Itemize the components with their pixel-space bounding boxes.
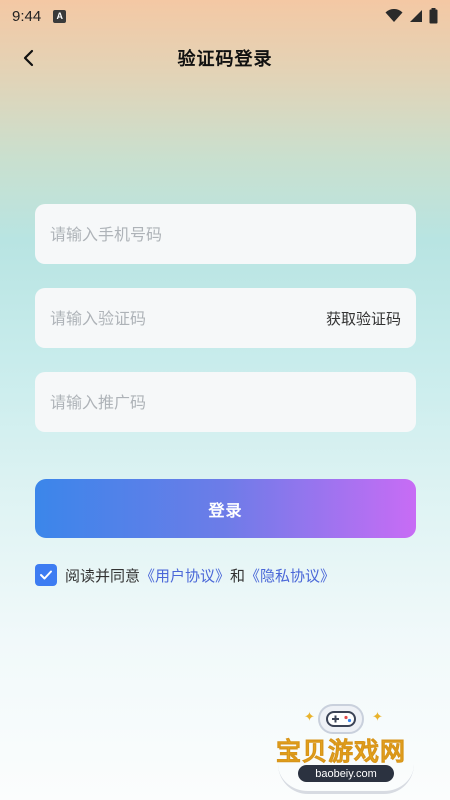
status-time: 9:44 <box>12 7 42 25</box>
back-arrow-icon <box>23 49 34 67</box>
wifi-icon <box>385 9 403 22</box>
get-code-button[interactable]: 获取验证码 <box>326 308 401 329</box>
privacy-policy-link[interactable]: 《隐私协议》 <box>245 565 335 586</box>
agreement-and: 和 <box>230 566 246 585</box>
watermark-logo: ✦ ✦ 宝贝游戏网 baobeiy.com <box>270 700 430 796</box>
header: 验证码登录 <box>0 38 450 78</box>
login-button[interactable]: 登录 <box>35 479 416 538</box>
battery-icon <box>429 8 438 24</box>
checkmark-icon <box>40 570 52 580</box>
phone-input[interactable] <box>50 224 401 244</box>
agreement-row: 阅读并同意 《用户协议》 和 《隐私协议》 <box>35 563 335 587</box>
watermark-name: 宝贝游戏网 <box>276 737 407 767</box>
agreement-prefix: 阅读并同意 <box>65 566 141 585</box>
promo-field[interactable] <box>35 372 416 432</box>
agreement-checkbox[interactable] <box>35 564 57 586</box>
spark-icon: ✦ <box>372 710 383 725</box>
code-field[interactable]: 获取验证码 <box>35 288 416 348</box>
page-title: 验证码登录 <box>177 49 273 70</box>
user-agreement-link[interactable]: 《用户协议》 <box>140 565 230 586</box>
cellular-signal-icon <box>410 10 422 22</box>
spark-icon: ✦ <box>304 710 315 725</box>
watermark-domain: baobeiy.com <box>298 765 394 782</box>
phone-field[interactable] <box>35 204 416 264</box>
status-icons <box>385 8 438 24</box>
code-input[interactable] <box>50 308 326 328</box>
gamepad-icon <box>318 704 364 734</box>
notification-badge-icon: A <box>53 9 67 23</box>
promo-input[interactable] <box>50 392 401 412</box>
status-bar: 9:44 A <box>0 0 450 32</box>
back-button[interactable] <box>14 42 42 74</box>
